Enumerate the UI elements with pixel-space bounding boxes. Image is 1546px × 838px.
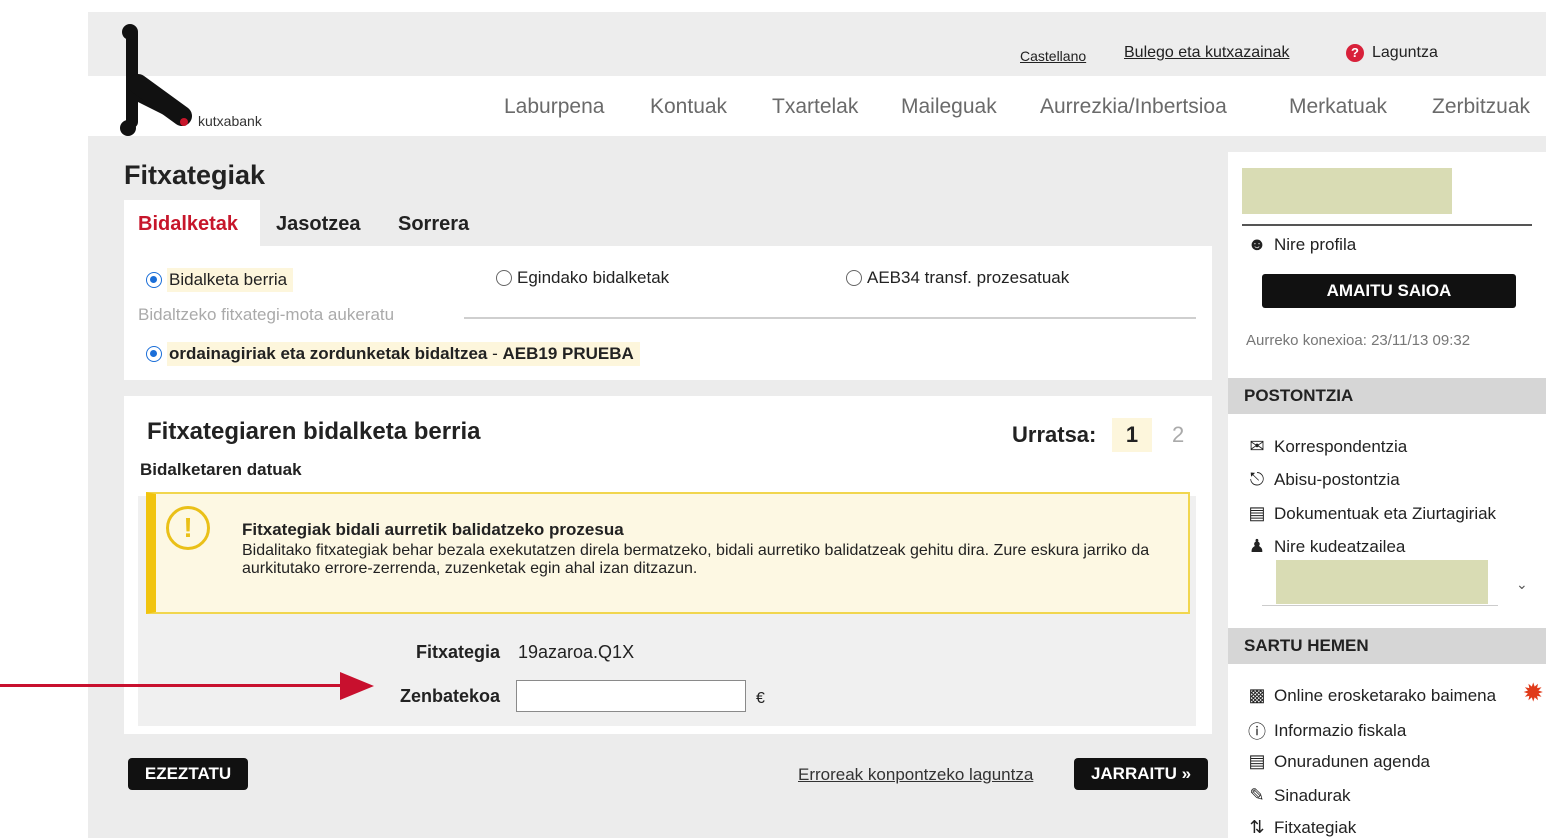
sidebar-item-manager[interactable]: ♟ Nire kudeatzailea xyxy=(1244,536,1405,557)
documents-icon: ▤ xyxy=(1248,503,1266,523)
mailbox-header: POSTONTZIA xyxy=(1228,378,1546,414)
radio-dot[interactable] xyxy=(146,346,162,362)
sidebar-item-files[interactable]: ⇅ Fitxategiak xyxy=(1244,817,1356,838)
tab-jasotzea[interactable]: Jasotzea xyxy=(262,200,375,246)
sidebar-item-correspondence[interactable]: ✉ Korrespondentzia xyxy=(1244,436,1407,457)
page-title: Fitxategiak xyxy=(124,160,266,190)
top-utility-bar xyxy=(88,12,1546,76)
sidebar-item-label: Dokumentuak eta Ziurtagiriak xyxy=(1274,503,1497,523)
nav-maileguak[interactable]: Maileguak xyxy=(901,95,997,119)
sidebar-item-label: Korrespondentzia xyxy=(1274,436,1408,456)
sidebar-item-tax-info[interactable]: ⓘ Informazio fiskala xyxy=(1244,718,1406,744)
tab-sorrera[interactable]: Sorrera xyxy=(384,200,483,246)
transfer-arrows-icon: ⇅ xyxy=(1249,817,1265,837)
nav-aurrezkia[interactable]: Aurrezkia/Inbertsioa xyxy=(1040,95,1227,119)
nav-txartelak[interactable]: Txartelak xyxy=(772,95,858,119)
user-name-placeholder xyxy=(1242,168,1452,214)
file-value: 19azaroa.Q1X xyxy=(518,642,635,662)
sidebar-item-beneficiaries[interactable]: ▤ Onuradunen agenda xyxy=(1244,751,1430,772)
sidebar-item-label: Online erosketarako baimena xyxy=(1274,685,1497,705)
offices-link[interactable]: Bulego eta kutxazainak xyxy=(1124,44,1289,62)
sidebar-item-notices[interactable]: ⎋ Abisu-postontzia xyxy=(1244,469,1400,490)
language-link[interactable]: Castellano xyxy=(1020,48,1086,64)
file-label: Fitxategia xyxy=(415,642,500,662)
sidebar-item-label: Nire kudeatzailea xyxy=(1274,536,1406,556)
cancel-button[interactable]: EZEZTATU xyxy=(128,758,248,790)
manager-name-placeholder xyxy=(1276,560,1488,604)
sidebar-item-label: Nire profila xyxy=(1274,234,1357,254)
legend-divider xyxy=(464,317,1196,319)
file-type-legend: Bidaltzeko fitxategi-mota aukeratu xyxy=(138,305,395,324)
radio-label: ordainagiriak eta zordunketak bidaltzea … xyxy=(167,342,640,366)
warning-title: Fitxategiak bidali aurretik balidatzeko … xyxy=(242,520,624,539)
sidebar-item-signatures[interactable]: ✎ Sinadurak xyxy=(1244,785,1351,806)
sidebar-item-label: Informazio fiskala xyxy=(1274,721,1407,740)
wizard-title: Fitxategiaren bidalketa berria xyxy=(147,418,481,445)
sidebar-item-label: Fitxategiak xyxy=(1274,817,1357,837)
currency-symbol: € xyxy=(756,690,765,707)
chevron-down-icon[interactable]: ⌄ xyxy=(1516,576,1528,593)
nav-kontuak[interactable]: Kontuak xyxy=(650,95,727,119)
tab-bidalketak[interactable]: Bidalketak xyxy=(124,200,260,246)
sidebar-divider xyxy=(1242,224,1532,226)
info-person-icon: ⓘ xyxy=(1248,722,1266,742)
amount-input[interactable] xyxy=(516,680,746,712)
amount-label: Zenbatekoa xyxy=(399,686,500,706)
new-badge-icon: ✹ xyxy=(1524,680,1543,705)
warning-icon: ! xyxy=(166,506,210,550)
card-icon: ▩ xyxy=(1248,685,1266,705)
envelope-icon: ✉ xyxy=(1249,436,1265,456)
step-next: 2 xyxy=(1172,422,1185,447)
annotation-arrow-line xyxy=(0,684,350,687)
radio-aeb34[interactable]: AEB34 transf. prozesatuak xyxy=(846,268,1069,288)
annotation-arrow-icon xyxy=(340,672,374,700)
sidebar-profile-link[interactable]: ☻ Nire profila xyxy=(1244,234,1357,255)
radio-label: Bidalketa berria xyxy=(167,268,294,292)
radio-dot[interactable] xyxy=(146,272,162,288)
user-icon: ☻ xyxy=(1247,234,1267,254)
radio-file-type-aeb19[interactable]: ordainagiriak eta zordunketak bidaltzea … xyxy=(146,342,640,366)
bell-icon: ⎋ xyxy=(1249,469,1265,489)
radio-dot[interactable] xyxy=(496,270,512,286)
radio-done-sends[interactable]: Egindako bidalketak xyxy=(496,268,669,288)
help-icon[interactable]: ? xyxy=(1346,44,1364,62)
help-link[interactable]: Laguntza xyxy=(1372,44,1438,62)
continue-button[interactable]: JARRAITU » xyxy=(1074,758,1208,790)
sidebar-item-label: Onuradunen agenda xyxy=(1274,751,1430,771)
radio-new-send[interactable]: Bidalketa berria xyxy=(146,268,294,292)
logo-text: kutxabank xyxy=(198,113,262,129)
sidebar-item-label: Abisu-postontzia xyxy=(1274,469,1400,489)
nav-zerbitzuak[interactable]: Zerbitzuak xyxy=(1432,95,1530,119)
logout-button[interactable]: AMAITU SAIOA xyxy=(1262,274,1516,308)
manager-icon: ♟ xyxy=(1248,536,1266,556)
radio-dot[interactable] xyxy=(846,270,862,286)
wizard-subtitle: Bidalketaren datuak xyxy=(140,460,302,479)
access-header: SARTU HEMEN xyxy=(1228,628,1546,664)
nav-laburpena[interactable]: Laburpena xyxy=(504,95,604,119)
signature-icon: ✎ xyxy=(1249,785,1265,805)
warning-body: Bidalitako fitxategiak behar bezala exek… xyxy=(242,542,1150,577)
error-help-link[interactable]: Erroreak konpontzeko laguntza xyxy=(798,765,1033,785)
sidebar-item-label: Sinadurak xyxy=(1274,785,1351,805)
step-label: Urratsa: xyxy=(1012,422,1097,447)
agenda-icon: ▤ xyxy=(1248,751,1266,771)
step-current: 1 xyxy=(1112,418,1152,452)
radio-label: AEB34 transf. prozesatuak xyxy=(867,268,1070,287)
kutxabank-logo-icon[interactable] xyxy=(118,22,198,136)
sidebar-item-online-purchase[interactable]: ▩ Online erosketarako baimena xyxy=(1244,685,1496,706)
last-connection: Aurreko konexioa: 23/11/13 09:32 xyxy=(1246,332,1471,349)
nav-merkatuak[interactable]: Merkatuak xyxy=(1289,95,1387,119)
sidebar-item-documents[interactable]: ▤ Dokumentuak eta Ziurtagiriak xyxy=(1244,503,1496,524)
radio-label: Egindako bidalketak xyxy=(517,268,670,287)
